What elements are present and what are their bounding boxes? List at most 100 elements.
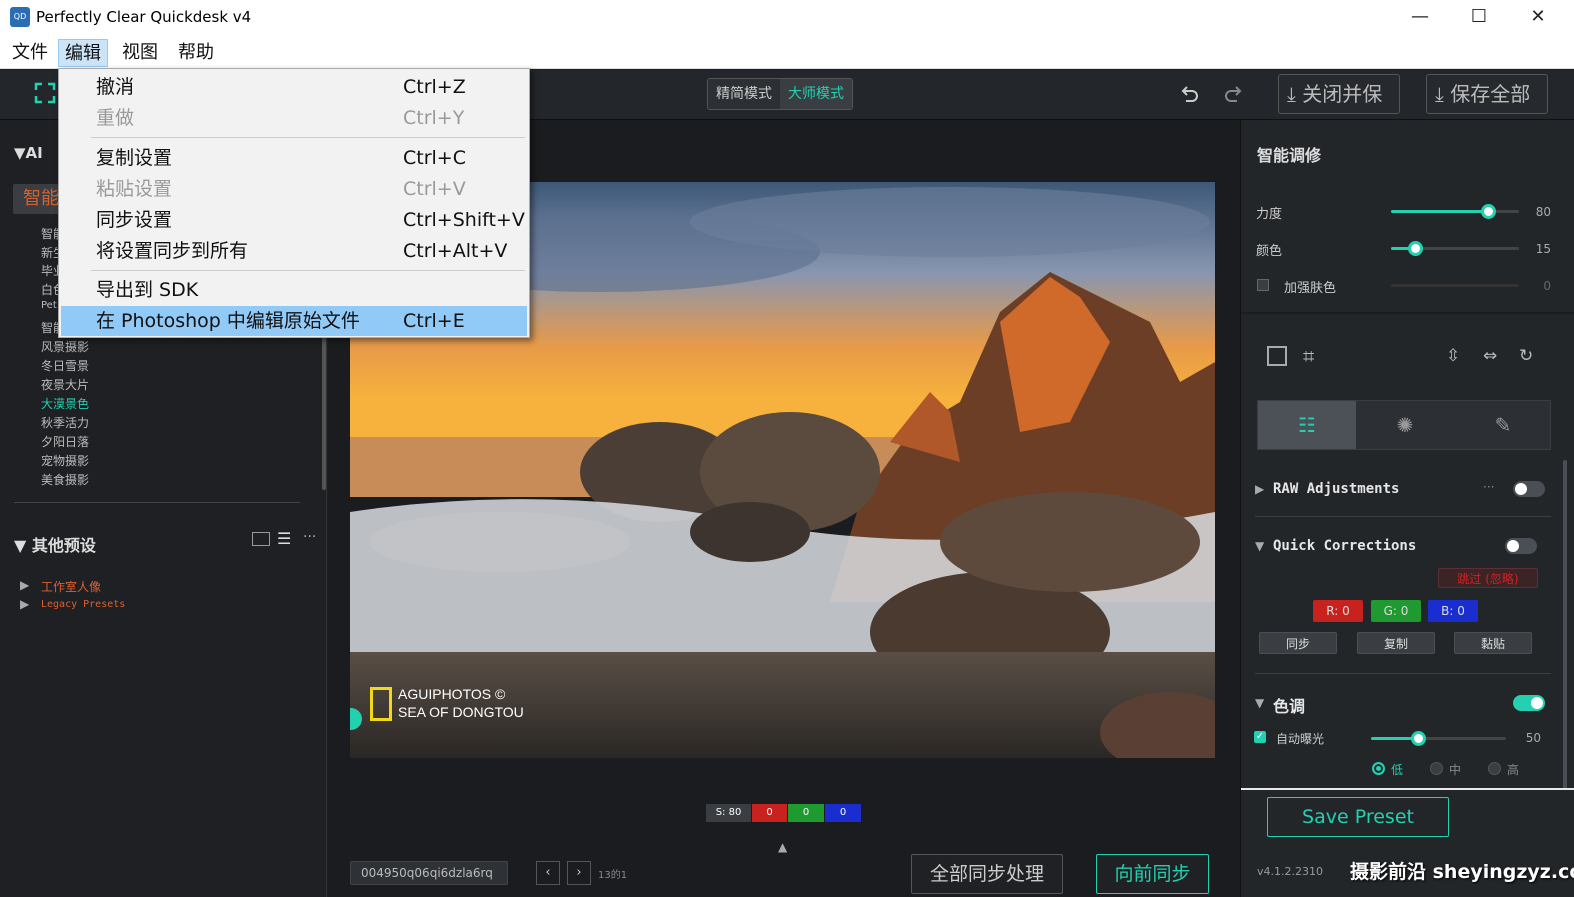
rotate-icon[interactable]: ↻ — [1519, 346, 1533, 366]
expand-triangle-icon[interactable]: ▶ — [1255, 482, 1264, 496]
expand-triangle-icon[interactable]: ▶ — [20, 578, 29, 592]
title-bar: QD Perfectly Clear Quickdesk v4 — ☐ ✕ — [0, 0, 1574, 36]
preset-group-studio[interactable]: 工作室人像 — [41, 578, 101, 595]
radio-high[interactable] — [1488, 762, 1501, 775]
expand-triangle-icon[interactable]: ▶ — [20, 597, 29, 611]
more-options-icon[interactable]: ··· — [1483, 480, 1494, 494]
minimize-button[interactable]: — — [1391, 0, 1449, 36]
color-slider[interactable] — [1391, 241, 1519, 256]
other-presets-header[interactable]: ▼ 其他预设 — [14, 532, 96, 556]
panel-tabs: ☷ ✺ ✎ — [1257, 400, 1551, 450]
menu-item-sync-to-all[interactable]: 将设置同步到所有 Ctrl+Alt+V — [61, 236, 527, 266]
green-indicator: 0 — [788, 804, 824, 822]
divider — [14, 502, 300, 503]
menu-edit[interactable]: 编辑 — [58, 39, 108, 67]
skip-button[interactable]: 跳过 (忽略) — [1438, 568, 1538, 588]
paste-button[interactable]: 黏贴 — [1454, 632, 1532, 654]
quick-corrections-toggle[interactable] — [1505, 538, 1537, 554]
blue-correction-button[interactable]: B: 0 — [1428, 600, 1478, 622]
preset-scrollbar[interactable] — [322, 320, 326, 490]
sync-forward-button[interactable]: 向前同步 — [1096, 854, 1209, 894]
menu-item-redo[interactable]: 重做 Ctrl+Y — [61, 103, 527, 133]
preset-item[interactable]: 美食摄影 — [41, 471, 89, 488]
next-image-button[interactable]: › — [567, 861, 591, 885]
skin-slider[interactable] — [1391, 284, 1519, 287]
save-preset-button[interactable]: Save Preset — [1267, 797, 1449, 837]
maximize-button[interactable]: ☐ — [1450, 0, 1508, 36]
menu-item-undo[interactable]: 撤消 Ctrl+Z — [61, 72, 527, 102]
radio-low-label: 低 — [1391, 763, 1404, 777]
copy-button[interactable]: 复制 — [1357, 632, 1435, 654]
mode-master-button[interactable]: 大师模式 — [780, 79, 852, 109]
raw-toggle[interactable] — [1513, 481, 1545, 497]
menu-item-copy-settings[interactable]: 复制设置 Ctrl+C — [61, 143, 527, 173]
preset-item[interactable]: 夜景大片 — [41, 376, 89, 393]
auto-exposure-checkbox[interactable]: ✓ — [1254, 731, 1266, 743]
blue-indicator: 0 — [825, 804, 861, 822]
preset-item[interactable]: 大漠景色 — [41, 395, 89, 412]
menu-help[interactable]: 帮助 — [172, 39, 220, 67]
menu-view[interactable]: 视图 — [116, 39, 164, 67]
prev-image-button[interactable]: ‹ — [536, 861, 560, 885]
auto-exposure-slider[interactable] — [1371, 731, 1506, 746]
red-correction-button[interactable]: R: 0 — [1313, 600, 1363, 622]
crop-icon[interactable]: ⌗ — [1303, 344, 1314, 368]
grid-view-icon[interactable] — [252, 532, 270, 546]
auto-exposure-label: 自动曝光 — [1276, 732, 1325, 746]
collapse-triangle-icon[interactable]: ▼ — [1255, 539, 1264, 553]
more-options-icon[interactable]: ··· — [303, 529, 316, 545]
raw-adjustments-title[interactable]: RAW Adjustments — [1273, 481, 1399, 497]
quick-corrections-title[interactable]: Quick Corrections — [1273, 538, 1416, 554]
list-view-icon[interactable]: ☰ — [277, 529, 291, 548]
radio-mid[interactable] — [1430, 762, 1443, 775]
flip-horizontal-icon[interactable]: ⇔ — [1483, 346, 1497, 366]
skin-label: 加强肤色 — [1284, 281, 1337, 296]
close-and-save-button[interactable]: ⤓ 关闭并保 — [1278, 74, 1400, 114]
mode-simple-button[interactable]: 精简模式 — [708, 79, 780, 109]
preset-group-legacy[interactable]: Legacy Presets — [41, 599, 125, 610]
radio-low[interactable] — [1372, 762, 1385, 775]
divider — [1255, 673, 1551, 674]
file-select[interactable]: 004950q06qi6dzla6rq — [350, 861, 508, 885]
tone-title[interactable]: 色调 — [1273, 693, 1305, 717]
menu-item-edit-in-photoshop[interactable]: 在 Photoshop 中编辑原始文件 Ctrl+E — [61, 306, 527, 336]
right-scrollbar[interactable] — [1563, 460, 1567, 790]
tab-effects-icon[interactable]: ✺ — [1356, 401, 1454, 449]
green-correction-button[interactable]: G: 0 — [1371, 600, 1421, 622]
download-icon: ⤓ — [1287, 82, 1296, 106]
preset-item[interactable]: 秋季活力 — [41, 414, 89, 431]
ai-section-header[interactable]: ▼AI — [14, 144, 43, 162]
menu-item-paste-settings[interactable]: 粘贴设置 Ctrl+V — [61, 174, 527, 204]
flip-vertical-icon[interactable]: ⇳ — [1446, 346, 1460, 366]
preset-item[interactable]: 风景摄影 — [41, 338, 89, 355]
redo-icon[interactable] — [1223, 83, 1245, 105]
undo-icon[interactable] — [1178, 83, 1200, 105]
photo-watermark: AGUIPHOTOS © SEA OF DONGTOU — [398, 686, 524, 720]
strength-slider[interactable] — [1391, 204, 1519, 219]
window-title: Perfectly Clear Quickdesk v4 — [36, 8, 252, 26]
app-icon: QD — [10, 7, 30, 27]
preset-item[interactable]: 夕阳日落 — [41, 433, 89, 450]
curves-icon[interactable] — [1267, 346, 1287, 366]
collapse-triangle-icon: ▼ — [14, 536, 27, 555]
radio-mid-label: 中 — [1449, 763, 1462, 777]
collapse-triangle-icon[interactable]: ▼ — [1255, 696, 1264, 710]
preset-item[interactable]: Pet — [41, 300, 57, 311]
color-label: 颜色 — [1256, 244, 1283, 259]
menu-separator — [91, 137, 525, 138]
preset-item[interactable]: 冬日雪景 — [41, 357, 89, 374]
tone-toggle[interactable] — [1513, 695, 1545, 711]
close-button[interactable]: ✕ — [1509, 0, 1567, 36]
menu-item-export-sdk[interactable]: 导出到 SDK — [61, 275, 527, 305]
save-all-button[interactable]: ⤓ 保存全部 — [1426, 74, 1548, 114]
tab-adjustments-sliders-icon[interactable]: ☷ — [1258, 401, 1356, 449]
site-watermark: 摄影前沿 sheyingzyz.com — [1350, 861, 1574, 883]
sync-button[interactable]: 同步 — [1259, 632, 1337, 654]
tab-palette-icon[interactable]: ✎ — [1454, 401, 1552, 449]
preset-item[interactable]: 宠物摄影 — [41, 452, 89, 469]
menu-item-sync-settings[interactable]: 同步设置 Ctrl+Shift+V — [61, 205, 527, 235]
skin-checkbox[interactable] — [1257, 279, 1269, 291]
sync-all-button[interactable]: 全部同步处理 — [911, 854, 1063, 894]
filmstrip-toggle-icon[interactable]: ▲ — [778, 840, 787, 854]
menu-file[interactable]: 文件 — [6, 39, 54, 67]
